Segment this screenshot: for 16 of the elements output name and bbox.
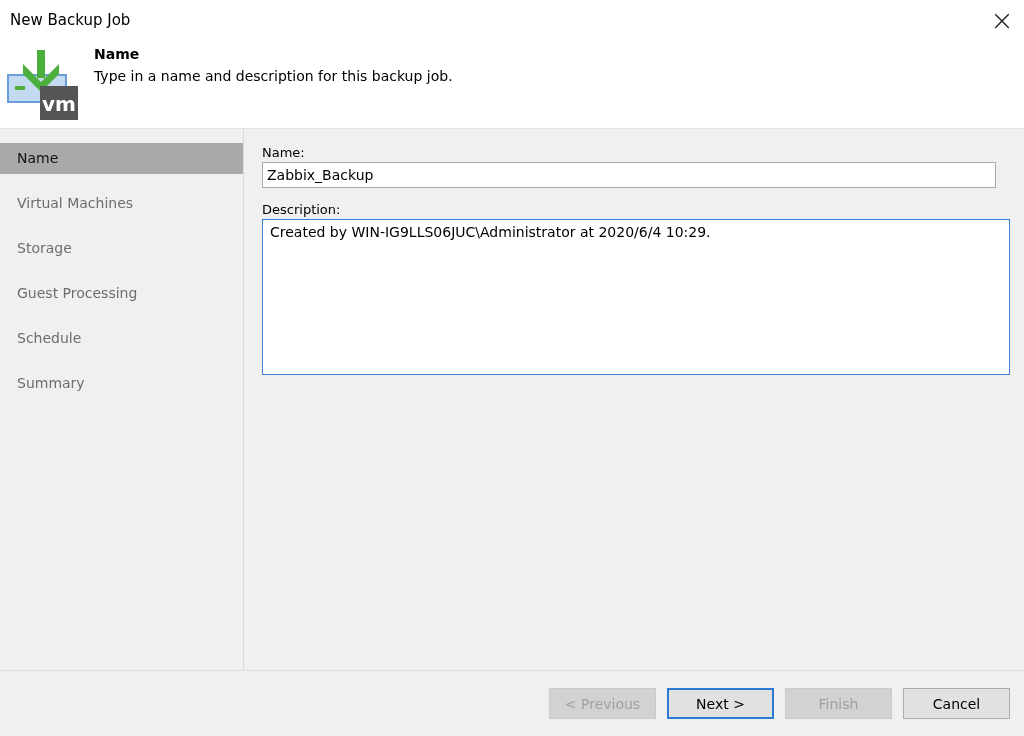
wizard-step[interactable]: Schedule [0,323,243,354]
window-title: New Backup Job [10,11,131,29]
wizard-button[interactable]: Cancel [903,688,1010,719]
name-field[interactable]: Zabbix_Backup [262,162,996,188]
page-heading: Name [94,46,141,62]
field-label: Name: [262,145,305,160]
wizard-step[interactable]: Name [0,143,243,174]
wizard-button[interactable]: Next > [667,688,774,719]
wizard-step[interactable]: Virtual Machines [0,188,243,219]
close-button[interactable]: × [980,0,1024,40]
wizard-step[interactable]: Storage [0,233,243,264]
page-description: Type in a name and description for this backup job. [94,68,453,84]
description-field[interactable]: Created by WIN-IG9LLS06JUC\Administrator at 2020/6/4 10:29. [262,219,1010,375]
wizard-step[interactable]: Guest Processing [0,278,243,309]
wizard-step[interactable]: Summary [0,368,243,399]
field-label: Description: [262,202,341,217]
